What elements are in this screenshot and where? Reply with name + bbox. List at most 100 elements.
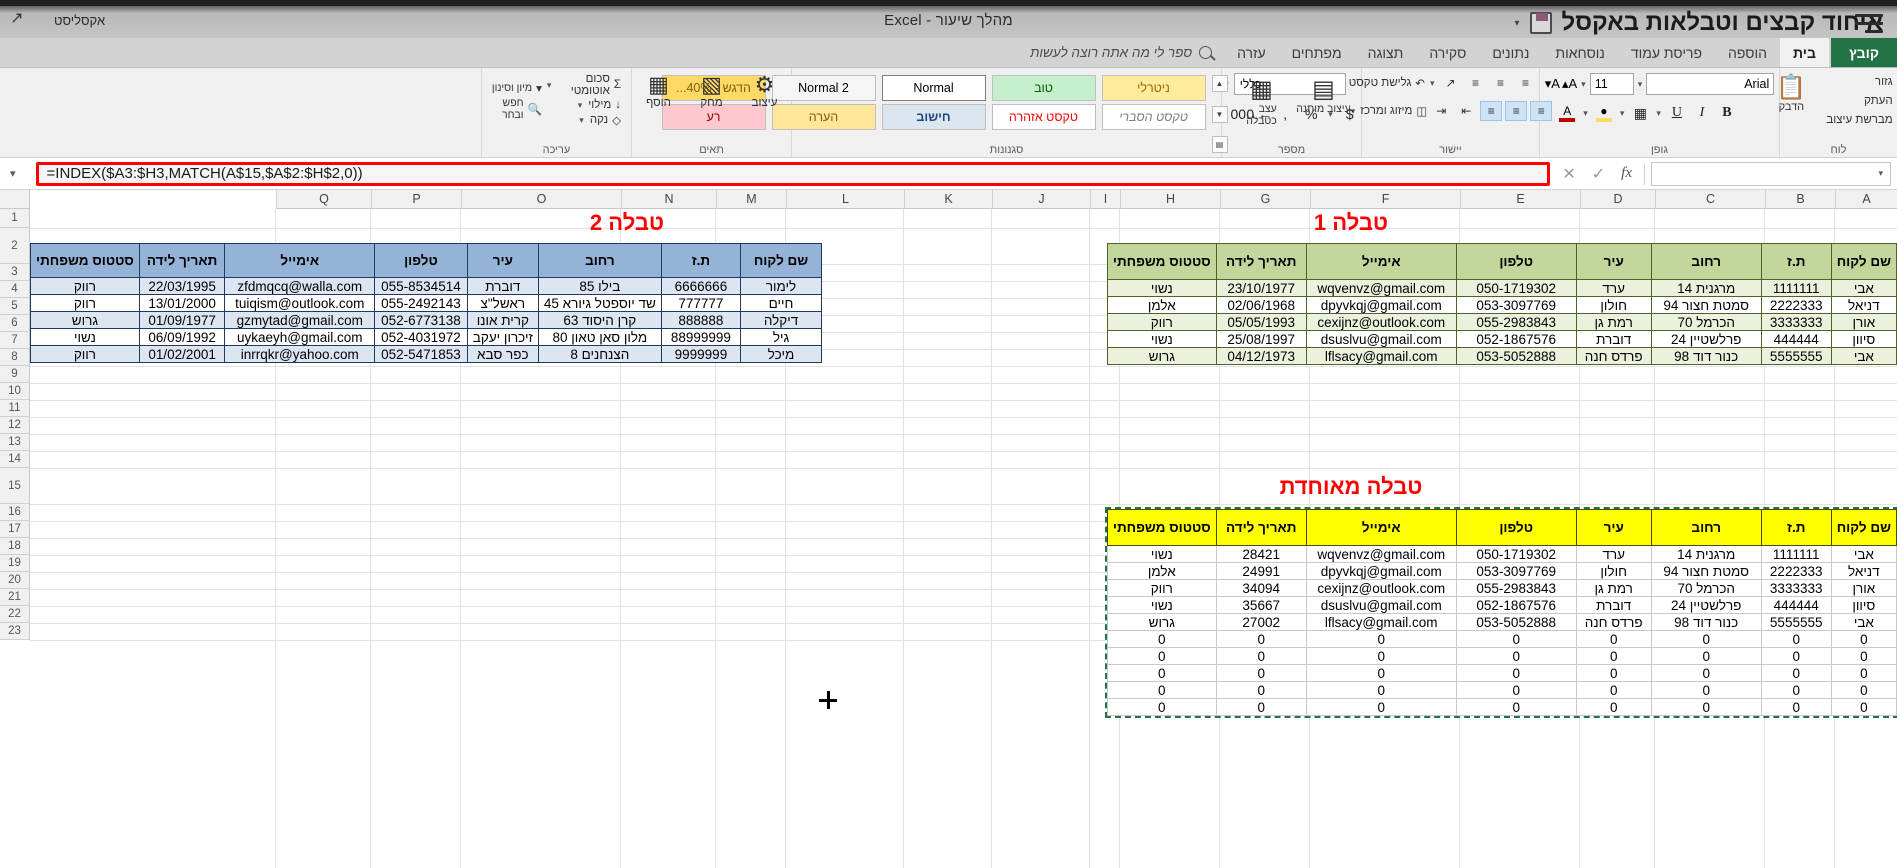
row-header-18[interactable]: 18 bbox=[0, 538, 30, 555]
orientation-button[interactable]: ↗ bbox=[1440, 73, 1462, 93]
font-name-input[interactable]: Arial bbox=[1646, 73, 1775, 95]
style-neutral[interactable]: ניטרלי bbox=[1101, 75, 1206, 101]
table-cell[interactable]: לימור bbox=[740, 277, 822, 295]
sort-filter-button[interactable]: ▾ מיון וסינון bbox=[488, 81, 542, 95]
tell-me-box[interactable]: ספר לי מה אתה רוצה לעשות bbox=[1018, 38, 1224, 67]
table-cell[interactable]: 6666666 bbox=[660, 277, 742, 295]
table-row[interactable]: 00000000 bbox=[1106, 647, 1897, 665]
column-header-cell[interactable]: ת.ז bbox=[660, 243, 742, 278]
table-cell[interactable]: דניאל bbox=[1830, 562, 1897, 580]
table-row[interactable]: דניאל 2222333 סמטת חצור 94 חולון 053-3097769… bbox=[1106, 296, 1897, 314]
find-select-button[interactable]: 🔍 חפש ובחר bbox=[488, 97, 542, 121]
table-cell[interactable]: רווק bbox=[1106, 579, 1217, 597]
row-header-19[interactable]: 19 bbox=[0, 555, 30, 572]
table-cell[interactable]: אלמן bbox=[1106, 296, 1217, 314]
table-cell[interactable]: 25/08/1997 bbox=[1215, 330, 1307, 348]
column-header-D[interactable]: D bbox=[1580, 190, 1655, 209]
align-bottom-button[interactable]: ≡ bbox=[1465, 73, 1487, 93]
table-cell[interactable]: גרוש bbox=[30, 311, 140, 329]
tab-formulas[interactable]: נוסחאות bbox=[1542, 38, 1617, 67]
table-cell[interactable]: 0 bbox=[1455, 647, 1577, 665]
table-row[interactable]: 00000000 bbox=[1106, 681, 1897, 699]
borders-button[interactable]: ▦ bbox=[1629, 102, 1651, 124]
table-cell[interactable]: 052-5471853 bbox=[374, 345, 468, 363]
table-cell[interactable]: נשוי bbox=[1106, 596, 1217, 614]
table1[interactable]: שם לקוח ת.ז רחוב עיר טלפון אימייל תאריך לידה סט… bbox=[1106, 243, 1897, 365]
column-header-cell[interactable]: רחוב bbox=[537, 243, 662, 278]
table-cell[interactable]: 5555555 bbox=[1760, 613, 1832, 631]
conditional-formatting-button[interactable]: ▤ עיצוב מותנה bbox=[1296, 75, 1352, 116]
column-header-cell[interactable]: עיר bbox=[1575, 509, 1652, 546]
font-size-input[interactable]: 11 bbox=[1589, 73, 1634, 95]
column-header-cell[interactable]: תאריך לידה bbox=[1215, 243, 1307, 280]
column-header-P[interactable]: P bbox=[371, 190, 461, 209]
tab-review[interactable]: סקירה bbox=[1416, 38, 1479, 67]
select-all-corner[interactable] bbox=[0, 190, 30, 209]
table-cell[interactable]: 0 bbox=[1830, 664, 1897, 682]
table-cell[interactable]: אלמן bbox=[1106, 562, 1217, 580]
table-cell[interactable]: 23/10/1977 bbox=[1215, 279, 1307, 297]
table-cell[interactable]: 0 bbox=[1650, 664, 1762, 682]
style-calculation[interactable]: חישוב bbox=[881, 104, 986, 130]
increase-font-size-button[interactable]: A▴ bbox=[1562, 76, 1577, 92]
table-cell[interactable]: 35667 bbox=[1215, 596, 1307, 614]
table-cell[interactable]: 055-2492143 bbox=[374, 294, 468, 312]
table-cell[interactable]: 0 bbox=[1215, 630, 1307, 648]
table-row[interactable]: מיכל 9999999 הצנחנים 8 כפר סבא 052-5471853 in… bbox=[30, 345, 822, 363]
column-header-L[interactable]: L bbox=[786, 190, 904, 209]
table-cell[interactable]: הכרמל 70 bbox=[1650, 579, 1762, 597]
table-cell[interactable]: פרדס חנה bbox=[1575, 347, 1652, 365]
table-cell[interactable]: אורן bbox=[1830, 579, 1897, 597]
table-row[interactable]: לימור 6666666 בילו 85 דוברת 055-8534514 zfdmq… bbox=[30, 277, 822, 295]
tab-data[interactable]: נתונים bbox=[1479, 38, 1542, 67]
table-cell[interactable]: 0 bbox=[1305, 698, 1457, 716]
underline-button[interactable]: U bbox=[1666, 102, 1688, 124]
column-header-cell[interactable]: ת.ז bbox=[1760, 509, 1832, 546]
table-cell[interactable]: 0 bbox=[1106, 630, 1217, 648]
account-name[interactable]: אקסליסט bbox=[54, 13, 105, 28]
table-cell[interactable]: גיל bbox=[740, 328, 822, 346]
table-cell[interactable]: 055-2983843 bbox=[1455, 313, 1577, 331]
column-header-cell[interactable]: סטטוס משפחתי bbox=[30, 243, 140, 278]
table-cell[interactable]: 052-1867576 bbox=[1455, 330, 1577, 348]
table-cell[interactable]: 0 bbox=[1760, 698, 1832, 716]
table-cell[interactable]: lflsacy@gmail.com bbox=[1305, 347, 1457, 365]
column-header-cell[interactable]: תאריך לידה bbox=[138, 243, 226, 278]
column-header-cell[interactable]: אימייל bbox=[1305, 243, 1457, 280]
table-cell[interactable]: dpyvkqj@gmail.com bbox=[1305, 562, 1457, 580]
table-cell[interactable]: ערד bbox=[1575, 545, 1652, 563]
chevron-down-icon[interactable]: ▾ bbox=[1430, 78, 1435, 89]
table-cell[interactable]: סיוון bbox=[1830, 596, 1897, 614]
table-cell[interactable]: שד יוספטל גיורא 45 bbox=[537, 294, 662, 312]
table-row[interactable]: 00000000 bbox=[1106, 630, 1897, 648]
table-cell[interactable]: dsuslvu@gmail.com bbox=[1305, 596, 1457, 614]
column-header-cell[interactable]: רחוב bbox=[1650, 243, 1762, 280]
column-header-cell[interactable]: סטטוס משפחתי bbox=[1106, 243, 1217, 280]
chevron-down-icon[interactable]: ▾ bbox=[547, 80, 552, 91]
expand-formula-bar-icon[interactable]: ▾ bbox=[0, 167, 26, 180]
styles-gallery-scroll[interactable]: ▲ ▼ ▤ bbox=[1211, 75, 1228, 153]
column-header-cell[interactable]: טלפון bbox=[1455, 243, 1577, 280]
table-cell[interactable]: 0 bbox=[1830, 630, 1897, 648]
format-as-table-button[interactable]: ▦ עצב כטבלה bbox=[1234, 75, 1290, 128]
row-header-21[interactable]: 21 bbox=[0, 589, 30, 606]
table-cell[interactable]: 0 bbox=[1215, 664, 1307, 682]
table-row[interactable]: חיים 777777 שד יוספטל גיורא 45 ראשל"צ 055-24… bbox=[30, 294, 822, 312]
row-header-11[interactable]: 11 bbox=[0, 400, 30, 417]
table-cell[interactable]: 888888 bbox=[660, 311, 742, 329]
chevron-down-icon[interactable]: ▾ bbox=[1620, 108, 1625, 119]
merge-and-center-button[interactable]: ◫ מיזוג ומרכז bbox=[1360, 104, 1427, 118]
table-cell[interactable]: 055-2983843 bbox=[1455, 579, 1577, 597]
table-row[interactable]: אבי 1111111 מרגנית 14 ערד 050-1719302 wqvenvz… bbox=[1106, 279, 1897, 297]
align-middle-button[interactable]: ≡ bbox=[1490, 73, 1512, 93]
table-cell[interactable]: 02/06/1968 bbox=[1215, 296, 1307, 314]
table-cell[interactable]: 0 bbox=[1215, 698, 1307, 716]
table-cell[interactable]: 3333333 bbox=[1760, 313, 1832, 331]
table-cell[interactable]: 053-5052888 bbox=[1455, 613, 1577, 631]
table-row[interactable]: גיל 88999999 מלון סאן טאון 80 זיכרון יעקב 05… bbox=[30, 328, 822, 346]
tab-developer[interactable]: מפתחים bbox=[1279, 38, 1355, 67]
chevron-down-icon[interactable]: ▾ bbox=[1581, 79, 1586, 90]
table-cell[interactable]: 0 bbox=[1575, 630, 1652, 648]
row-header-8[interactable]: 8 bbox=[0, 349, 30, 366]
column-header-cell[interactable]: טלפון bbox=[374, 243, 468, 278]
